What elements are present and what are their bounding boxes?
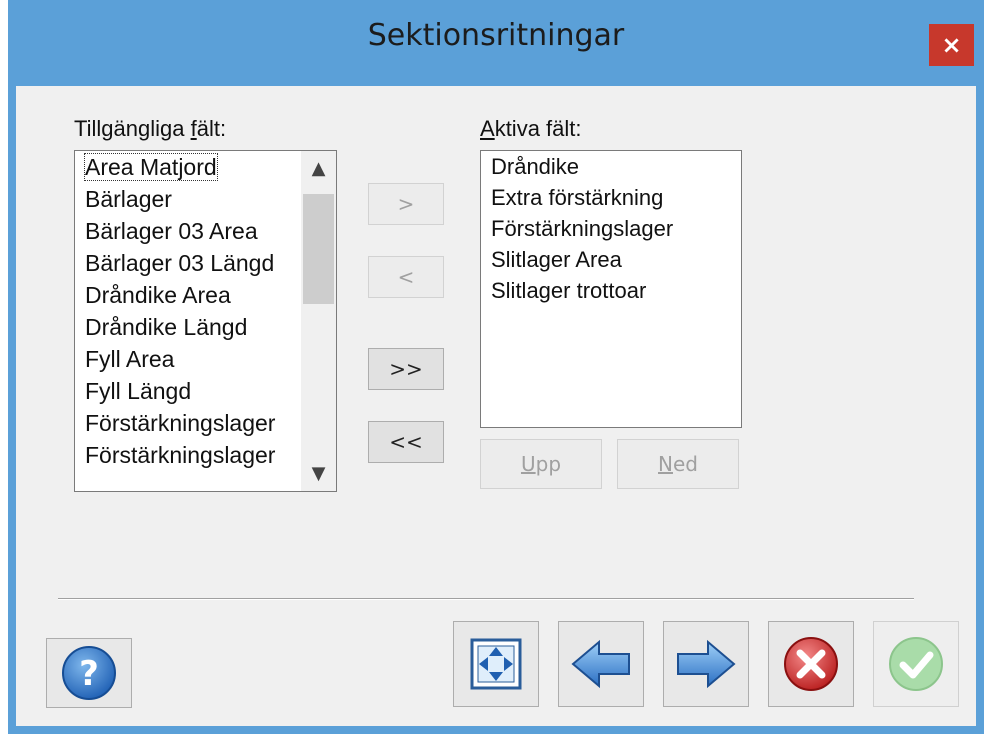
scroll-down-icon[interactable]: ▼ (301, 456, 336, 491)
add-all-fields-button[interactable]: >> (368, 348, 444, 390)
available-field-item[interactable]: Förstärkningslager (75, 407, 336, 439)
cancel-x-icon (784, 637, 838, 691)
available-scrollbar[interactable]: ▲ ▼ (301, 151, 336, 491)
active-field-item[interactable]: Dråndike (481, 151, 741, 182)
available-field-item[interactable]: Dråndike Längd (75, 311, 336, 343)
available-field-item[interactable]: Fyll Längd (75, 375, 336, 407)
available-field-label: Bärlager 03 Area (85, 218, 258, 244)
available-field-label: Dråndike Area (85, 282, 231, 308)
available-field-label: Förstärkningslager (85, 442, 276, 468)
dialog-body: Tillgängliga fält: Area Matjord Bärlager B… (16, 86, 976, 726)
help-button[interactable]: ? (46, 638, 132, 708)
active-field-item[interactable]: Förstärkningslager (481, 213, 741, 244)
active-fields-list[interactable]: Dråndike Extra förstärkning Förstärkningsl… (480, 150, 742, 428)
available-field-label: Dråndike Längd (85, 314, 248, 340)
available-field-item[interactable]: Förstärkningslager (75, 439, 336, 471)
back-button[interactable] (558, 621, 644, 707)
active-field-item[interactable]: Slitlager trottoar (481, 275, 741, 306)
active-field-item[interactable]: Slitlager Area (481, 244, 741, 275)
available-field-item[interactable]: Dråndike Area (75, 279, 336, 311)
arrow-left-icon (571, 639, 630, 689)
fit-window-button[interactable] (453, 621, 539, 707)
available-fields-label: Tillgängliga fält: (74, 116, 227, 141)
active-field-item[interactable]: Extra förstärkning (481, 182, 741, 213)
remove-all-fields-button[interactable]: << (368, 421, 444, 463)
scroll-thumb[interactable] (303, 194, 334, 304)
help-icon: ? (62, 646, 116, 700)
ok-button[interactable] (873, 621, 959, 707)
available-field-label: Fyll Area (85, 346, 175, 372)
scroll-up-icon[interactable]: ▲ (301, 151, 336, 186)
available-fields-list[interactable]: Area Matjord Bärlager Bärlager 03 Area Bärl… (74, 150, 337, 492)
check-icon (889, 637, 943, 691)
svg-text:?: ? (79, 654, 99, 694)
cancel-button[interactable] (768, 621, 854, 707)
available-field-item[interactable]: Area Matjord (75, 151, 336, 183)
active-fields-label: Aktiva fält: (480, 116, 582, 141)
available-field-item[interactable]: Fyll Area (75, 343, 336, 375)
add-field-button[interactable]: > (368, 183, 444, 225)
move-down-button[interactable]: Ned (617, 439, 739, 489)
arrow-right-icon (677, 639, 736, 689)
separator-line (58, 598, 914, 600)
available-field-label: Area Matjord (84, 153, 218, 181)
fit-window-icon (470, 638, 522, 690)
title-bar[interactable]: Sektionsritningar × (8, 0, 984, 86)
next-button[interactable] (663, 621, 749, 707)
available-field-label: Förstärkningslager (85, 410, 276, 436)
close-button[interactable]: × (929, 24, 974, 66)
available-field-label: Fyll Längd (85, 378, 192, 404)
available-field-label: Bärlager (85, 186, 172, 212)
dialog-window: Sektionsritningar × Tillgängliga fält: A… (8, 0, 984, 734)
remove-field-button[interactable]: < (368, 256, 444, 298)
available-field-item[interactable]: Bärlager 03 Längd (75, 247, 336, 279)
available-field-item[interactable]: Bärlager 03 Area (75, 215, 336, 247)
available-field-item[interactable]: Bärlager (75, 183, 336, 215)
available-field-label: Bärlager 03 Längd (85, 250, 275, 276)
move-up-button[interactable]: Upp (480, 439, 602, 489)
window-title: Sektionsritningar (367, 18, 625, 53)
